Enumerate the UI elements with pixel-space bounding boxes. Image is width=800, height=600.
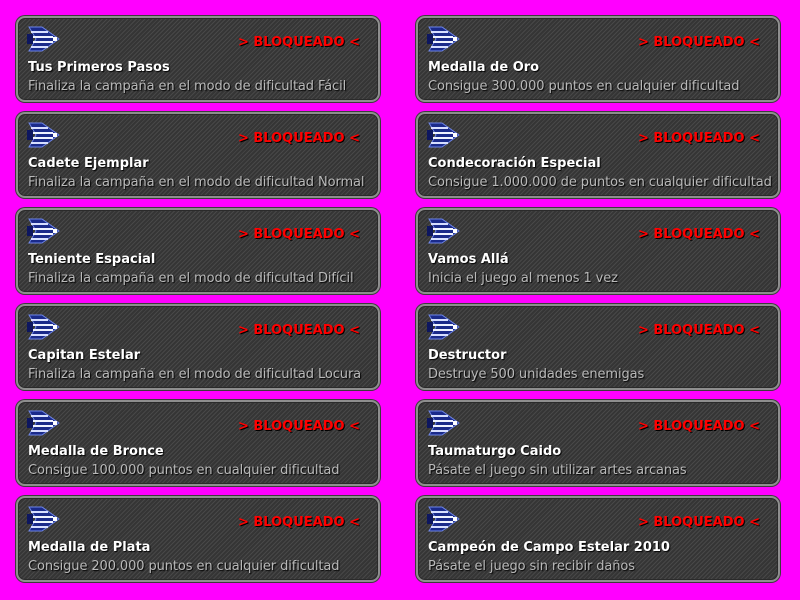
achievement-description: Consigue 200.000 puntos en cualquier dif… [28, 559, 340, 574]
achievement-title: Medalla de Bronce [28, 444, 164, 459]
achievement-description: Finaliza la campaña en el modo de dificu… [28, 271, 354, 286]
spaceship-icon [27, 504, 61, 534]
spaceship-icon [27, 312, 61, 342]
achievement-card[interactable]: > BLOQUEADO < Medalla de Plata Consigue … [16, 496, 380, 582]
achievement-title: Destructor [428, 348, 507, 363]
achievement-title: Medalla de Oro [428, 60, 540, 75]
status-locked-label: > BLOQUEADO < [237, 515, 360, 530]
achievement-description: Pásate el juego sin utilizar artes arcan… [428, 463, 687, 478]
achievement-description: Pásate el juego sin recibir daños [428, 559, 635, 574]
achievement-card[interactable]: > BLOQUEADO < Tus Primeros Pasos Finaliz… [16, 16, 380, 102]
status-locked-label: > BLOQUEADO < [237, 419, 360, 434]
status-locked-label: > BLOQUEADO < [637, 323, 760, 338]
spaceship-icon [427, 216, 461, 246]
achievement-card[interactable]: > BLOQUEADO < Capitan Estelar Finaliza l… [16, 304, 380, 390]
achievement-description: Finaliza la campaña en el modo de dificu… [28, 367, 362, 382]
status-locked-label: > BLOQUEADO < [637, 227, 760, 242]
achievement-card[interactable]: > BLOQUEADO < Campeón de Campo Estelar 2… [416, 496, 780, 582]
achievement-card[interactable]: > BLOQUEADO < Cadete Ejemplar Finaliza l… [16, 112, 380, 198]
spaceship-icon [27, 408, 61, 438]
spaceship-icon [427, 120, 461, 150]
achievement-description: Destruye 500 unidades enemigas [428, 367, 645, 382]
spaceship-icon [427, 312, 461, 342]
status-locked-label: > BLOQUEADO < [637, 419, 760, 434]
achievement-title: Campeón de Campo Estelar 2010 [428, 540, 670, 555]
achievement-description: Finaliza la campaña en el modo de dificu… [28, 175, 365, 190]
spaceship-icon [27, 24, 61, 54]
achievement-card[interactable]: > BLOQUEADO < Vamos Allá Inicia el juego… [416, 208, 780, 294]
achievement-description: Consigue 100.000 puntos en cualquier dif… [28, 463, 340, 478]
status-locked-label: > BLOQUEADO < [237, 35, 360, 50]
spaceship-icon [427, 504, 461, 534]
achievement-title: Medalla de Plata [28, 540, 151, 555]
spaceship-icon [427, 24, 461, 54]
status-locked-label: > BLOQUEADO < [637, 131, 760, 146]
achievement-card[interactable]: > BLOQUEADO < Taumaturgo Caido Pásate el… [416, 400, 780, 486]
achievement-card[interactable]: > BLOQUEADO < Destructor Destruye 500 un… [416, 304, 780, 390]
achievement-card[interactable]: > BLOQUEADO < Teniente Espacial Finaliza… [16, 208, 380, 294]
achievement-title: Capitan Estelar [28, 348, 141, 363]
achievement-card[interactable]: > BLOQUEADO < Medalla de Oro Consigue 30… [416, 16, 780, 102]
achievements-grid: > BLOQUEADO < Tus Primeros Pasos Finaliz… [0, 0, 800, 600]
spaceship-icon [427, 408, 461, 438]
achievement-card[interactable]: > BLOQUEADO < Medalla de Bronce Consigue… [16, 400, 380, 486]
achievement-description: Finaliza la campaña en el modo de dificu… [28, 79, 347, 94]
spaceship-icon [27, 216, 61, 246]
spaceship-icon [27, 120, 61, 150]
achievement-card[interactable]: > BLOQUEADO < Condecoración Especial Con… [416, 112, 780, 198]
achievement-title: Condecoración Especial [428, 156, 601, 171]
status-locked-label: > BLOQUEADO < [237, 227, 360, 242]
status-locked-label: > BLOQUEADO < [637, 515, 760, 530]
achievement-description: Consigue 300.000 puntos en cualquier dif… [428, 79, 740, 94]
achievement-description: Consigue 1.000.000 de puntos en cualquie… [428, 175, 772, 190]
status-locked-label: > BLOQUEADO < [237, 131, 360, 146]
achievement-description: Inicia el juego al menos 1 vez [428, 271, 618, 286]
achievement-title: Taumaturgo Caido [428, 444, 562, 459]
achievement-title: Tus Primeros Pasos [28, 60, 170, 75]
achievement-title: Cadete Ejemplar [28, 156, 149, 171]
status-locked-label: > BLOQUEADO < [637, 35, 760, 50]
achievement-title: Vamos Allá [428, 252, 509, 267]
achievement-title: Teniente Espacial [28, 252, 156, 267]
status-locked-label: > BLOQUEADO < [237, 323, 360, 338]
